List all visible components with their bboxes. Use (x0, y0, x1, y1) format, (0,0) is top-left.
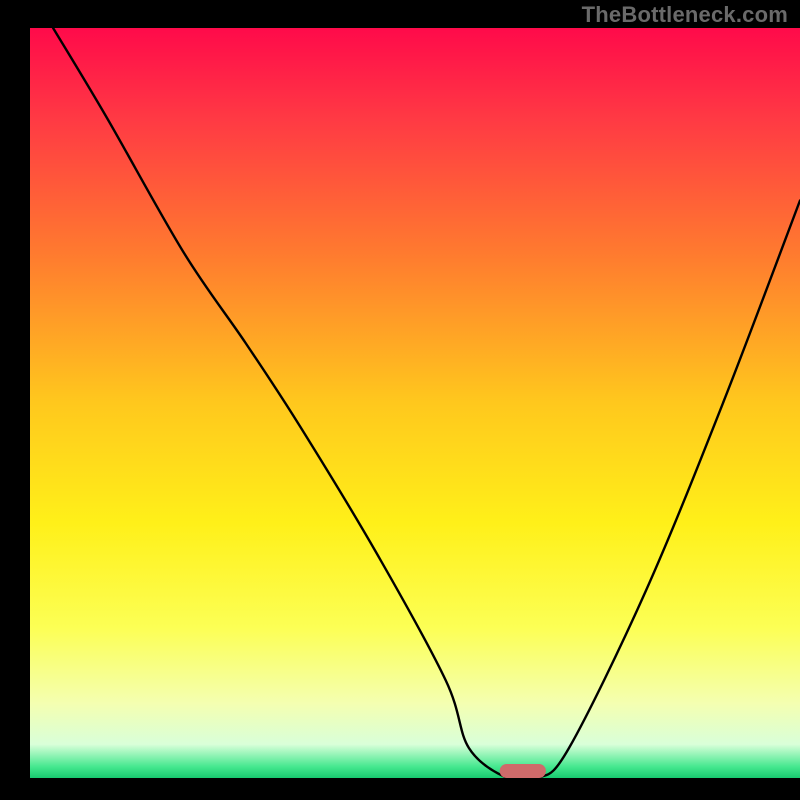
bottleneck-chart (0, 0, 800, 800)
watermark-text: TheBottleneck.com (582, 2, 788, 28)
chart-stage: TheBottleneck.com (0, 0, 800, 800)
plot-background (30, 28, 800, 778)
optimal-marker (500, 764, 546, 778)
